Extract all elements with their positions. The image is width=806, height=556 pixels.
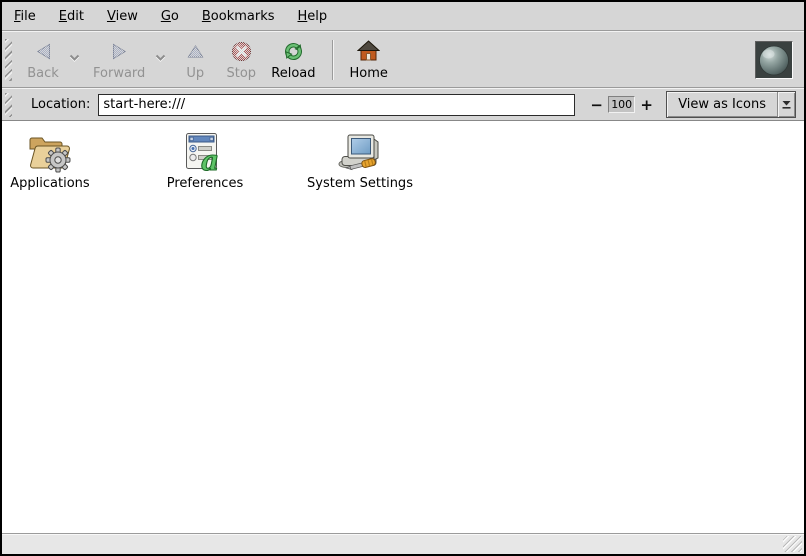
toolbar-drag-handle[interactable] [5, 39, 12, 81]
reload-icon [282, 39, 305, 63]
menu-bookmarks[interactable]: Bookmarks [195, 5, 282, 28]
icon-label: System Settings [307, 176, 413, 191]
file-manager-window: File Edit View Go Bookmarks Help Back [0, 0, 806, 556]
resize-grip[interactable] [783, 536, 802, 552]
reload-button[interactable]: Reload [264, 34, 322, 85]
view-mode-dropdown[interactable]: View as Icons [666, 91, 796, 118]
locationbar-drag-handle[interactable] [5, 93, 12, 117]
zoom-out-button[interactable]: − [590, 96, 603, 114]
statusbar-text [2, 538, 8, 552]
icon-view[interactable]: Applications a Preferences [2, 120, 804, 533]
forward-button[interactable]: Forward [86, 34, 152, 85]
toolbar: Back Forward [2, 32, 804, 87]
home-label: Home [350, 66, 388, 81]
up-label: Up [186, 66, 204, 81]
back-label: Back [27, 66, 59, 81]
throbber-globe-icon [755, 41, 793, 79]
home-button[interactable]: Home [343, 34, 395, 85]
stop-icon [231, 39, 252, 63]
up-button[interactable]: Up [172, 34, 218, 85]
location-input[interactable] [98, 94, 575, 116]
menu-view[interactable]: View [100, 5, 145, 28]
back-button[interactable]: Back [20, 34, 66, 85]
back-history-dropdown[interactable] [66, 40, 82, 80]
svg-text:a: a [201, 144, 219, 174]
toolbar-separator [332, 40, 334, 80]
stop-button[interactable]: Stop [218, 34, 264, 85]
statusbar [2, 533, 804, 554]
home-icon [357, 39, 380, 63]
menu-file[interactable]: File [7, 5, 43, 28]
forward-label: Forward [93, 66, 145, 81]
location-bar: Location: − 100 + View as Icons [2, 89, 804, 120]
chevron-down-icon [155, 47, 166, 66]
forward-history-dropdown[interactable] [152, 40, 168, 80]
desktop-item-applications[interactable]: Applications [2, 130, 98, 191]
icon-label: Preferences [167, 176, 243, 191]
menu-edit[interactable]: Edit [52, 5, 91, 28]
view-mode-label: View as Icons [667, 92, 777, 117]
menu-go[interactable]: Go [154, 5, 186, 28]
chevron-down-icon [69, 47, 80, 66]
preferences-window-icon: a [183, 130, 227, 174]
reload-label: Reload [271, 66, 315, 81]
stop-label: Stop [227, 66, 257, 81]
dropdown-arrow-icon [777, 92, 795, 117]
desktop-item-system-settings[interactable]: System Settings [312, 130, 408, 191]
up-arrow-icon [187, 39, 204, 63]
zoom-level-indicator: 100 [608, 96, 635, 113]
applications-folder-gear-icon [26, 130, 74, 174]
system-settings-monitor-icon [336, 130, 384, 174]
icon-label: Applications [10, 176, 89, 191]
desktop-item-preferences[interactable]: a Preferences [157, 130, 253, 191]
back-arrow-icon [34, 39, 53, 63]
location-label: Location: [31, 97, 90, 112]
zoom-in-button[interactable]: + [640, 96, 653, 114]
menu-help[interactable]: Help [291, 5, 335, 28]
menubar: File Edit View Go Bookmarks Help [2, 2, 804, 30]
forward-arrow-icon [110, 39, 129, 63]
